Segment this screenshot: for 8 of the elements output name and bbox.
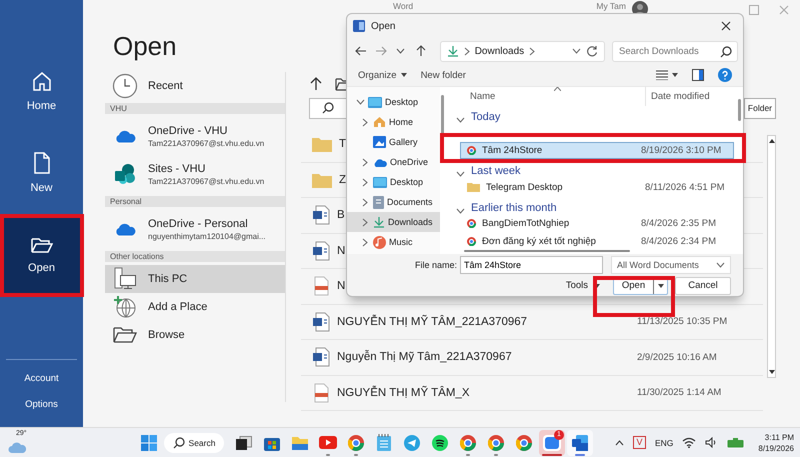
user-name: My Tam (596, 1, 626, 11)
section-header: Other locations (105, 251, 285, 262)
section-header: VHU (105, 103, 285, 114)
app-title: Word (393, 1, 414, 11)
section-header: Personal (105, 196, 285, 207)
field-label: File name: (414, 260, 457, 270)
dialog-title: Open (371, 20, 396, 32)
page-title: Open (113, 30, 177, 62)
